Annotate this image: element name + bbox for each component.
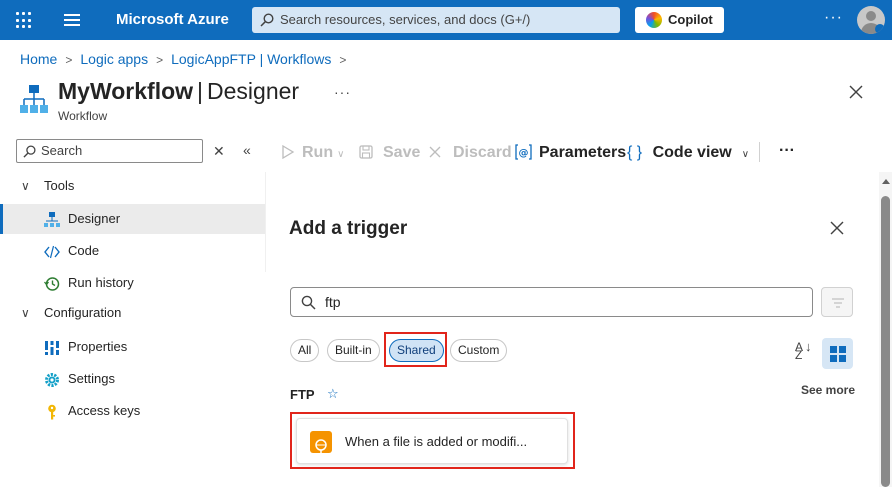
braces-icon: { } (627, 144, 643, 161)
gear-icon (45, 373, 59, 387)
portal-menu-icon[interactable] (64, 14, 80, 26)
chevron-down-icon: ∨ (21, 179, 30, 193)
save-label: Save (383, 144, 421, 161)
toolbar-more-button[interactable]: ··· (779, 142, 795, 160)
properties-icon (44, 341, 60, 355)
sidebar-item-label: Designer (68, 211, 121, 226)
sidebar-item-code[interactable]: Code (0, 236, 265, 266)
scroll-up-icon[interactable] (882, 179, 890, 184)
app-launcher-icon[interactable] (16, 11, 34, 29)
highlight-box (290, 412, 575, 469)
title-more-button[interactable]: ··· (334, 84, 351, 100)
chevron-down-icon: ∨ (741, 149, 750, 160)
avatar[interactable] (857, 6, 885, 34)
toolbar-divider (759, 142, 760, 162)
search-icon (301, 295, 316, 310)
search-icon (23, 145, 36, 158)
clear-search-icon[interactable]: ✕ (213, 143, 225, 160)
favorite-star-icon[interactable]: ☆ (327, 386, 339, 402)
chevron-down-icon: ∨ (21, 306, 30, 320)
svg-text:@: @ (519, 148, 529, 159)
chevron-right-icon: > (156, 53, 164, 67)
chevron-right-icon: > (65, 53, 73, 67)
sidebar-group-label: Tools (44, 178, 75, 193)
filter-pill-built-in[interactable]: Built-in (327, 339, 380, 362)
chevron-down-icon: ∨ (337, 149, 345, 160)
brand-title[interactable]: Microsoft Azure (116, 11, 229, 28)
filter-button[interactable] (821, 287, 853, 317)
parameters-icon: @ (515, 144, 532, 160)
copilot-button[interactable]: Copilot (635, 7, 724, 33)
sidebar-item-label: Settings (68, 371, 115, 386)
sidebar-item-label: Properties (68, 339, 128, 354)
copilot-icon (646, 12, 662, 28)
key-icon (48, 404, 56, 420)
save-icon (359, 145, 373, 159)
page-title-view: Designer (207, 78, 300, 104)
run-button[interactable]: Run ∨ (281, 144, 344, 162)
page-title: MyWorkflow | Designer (58, 78, 300, 104)
save-button[interactable]: Save (359, 144, 420, 162)
sidebar-item-label: Access keys (68, 403, 141, 418)
run-label: Run (302, 144, 334, 161)
page-title-name: MyWorkflow (58, 78, 194, 104)
chevron-right-icon: > (339, 53, 347, 67)
play-icon (282, 145, 295, 159)
global-search-input[interactable]: Search resources, services, and docs (G+… (252, 7, 620, 33)
sidebar-group-label: Configuration (44, 305, 122, 320)
search-icon (260, 13, 274, 27)
workflow-icon (20, 85, 48, 113)
sidebar-search-placeholder: Search (41, 143, 83, 158)
sidebar-item-access-keys[interactable]: Access keys (0, 396, 265, 426)
sidebar-group-configuration[interactable]: ∨ Configuration (0, 298, 265, 328)
grid-view-button[interactable] (822, 338, 853, 369)
parameters-label: Parameters (539, 144, 627, 161)
discard-button[interactable]: Discard (429, 144, 512, 162)
close-icon[interactable] (830, 221, 844, 235)
designer-icon (44, 212, 60, 227)
code-view-label: Code view (652, 144, 732, 161)
sidebar-item-settings[interactable]: Settings (0, 364, 265, 394)
breadcrumb-logic-apps[interactable]: Logic apps (80, 51, 148, 67)
discard-label: Discard (453, 144, 512, 161)
trigger-search-value: ftp (325, 294, 341, 310)
sidebar-item-label: Code (68, 243, 100, 258)
breadcrumb-workflows[interactable]: LogicAppFTP | Workflows (171, 51, 331, 67)
sidebar-item-properties[interactable]: Properties (0, 332, 265, 362)
close-icon[interactable] (848, 84, 864, 100)
connector-name: FTP (290, 387, 315, 402)
filter-pill-all[interactable]: All (290, 339, 320, 362)
filter-pill-custom[interactable]: Custom (450, 339, 508, 362)
close-icon (429, 146, 441, 158)
code-icon (44, 245, 60, 259)
filter-icon (832, 298, 844, 308)
run-history-icon (44, 277, 60, 291)
sidebar-group-tools[interactable]: ∨ Tools (0, 171, 265, 201)
sidebar-item-designer[interactable]: Designer (0, 204, 265, 234)
highlight-box (384, 332, 447, 367)
scrollbar-thumb[interactable] (881, 196, 890, 487)
collapse-sidebar-icon[interactable]: « (243, 142, 251, 158)
copilot-label: Copilot (668, 12, 713, 27)
sort-az-icon[interactable]: A Z ↓ (795, 340, 812, 361)
sidebar-item-run-history[interactable]: Run history (0, 268, 265, 298)
page-subtitle: Workflow (58, 109, 108, 123)
see-more-link[interactable]: See more (801, 383, 855, 397)
breadcrumb-home[interactable]: Home (20, 51, 57, 67)
settings-more-button[interactable]: ··· (824, 9, 843, 27)
code-view-button[interactable]: { } Code view ∨ (627, 144, 749, 162)
sidebar-item-label: Run history (68, 275, 134, 290)
trigger-search-input[interactable]: ftp (290, 287, 813, 317)
panel-scrollbar[interactable] (879, 172, 892, 487)
top-bar: Microsoft Azure Search resources, servic… (0, 0, 892, 40)
sidebar-search-input[interactable]: Search (16, 139, 203, 163)
parameters-button[interactable]: @ Parameters (515, 144, 626, 162)
breadcrumb: Home > Logic apps > LogicAppFTP | Workflows > (20, 51, 354, 67)
global-search-placeholder: Search resources, services, and docs (G+… (280, 12, 531, 27)
panel-title: Add a trigger (289, 218, 408, 239)
